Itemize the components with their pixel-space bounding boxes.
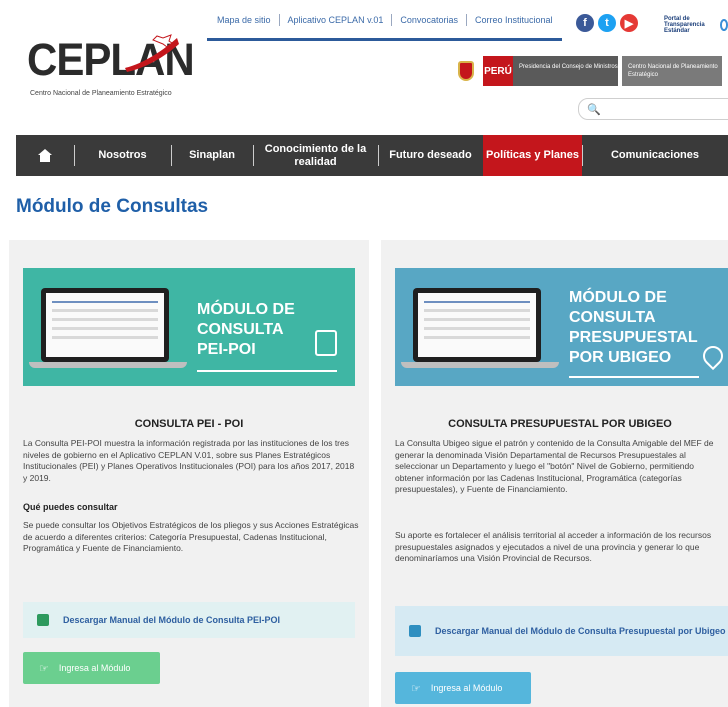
banner-pei-poi: MÓDULO DE CONSULTA PEI-POI — [23, 268, 355, 386]
card-details: Se puede consultar los Objetivos Estraté… — [23, 520, 359, 553]
card-title: CONSULTA PRESUPUESTAL POR UBIGEO — [448, 418, 672, 430]
page-title: Módulo de Consultas — [16, 196, 209, 217]
home-icon — [38, 149, 52, 162]
link-correo-institucional[interactable]: Correo Institucional — [467, 14, 561, 26]
facebook-icon[interactable]: f — [576, 14, 594, 32]
laptop-illustration — [413, 288, 541, 362]
card-description: La Consulta Ubigeo sigue el patrón y con… — [395, 438, 714, 494]
link-aplicativo-ceplan[interactable]: Aplicativo CEPLAN v.01 — [280, 14, 393, 26]
main-navigation: Nosotros Sinaplan Conocimiento de la rea… — [16, 135, 728, 176]
laptop-illustration — [41, 288, 169, 362]
ingresa-modulo-button[interactable]: ☞ Ingresa al Módulo — [23, 652, 160, 684]
gov-peru-label[interactable]: PERÚ — [483, 56, 513, 86]
card-description: La Consulta PEI-POI muestra la informaci… — [23, 438, 355, 483]
download-label: Descargar Manual del Módulo de Consulta … — [435, 626, 726, 636]
transparencia-link[interactable]: Portal de Transparencia Estándar — [664, 14, 728, 36]
link-convocatorias[interactable]: Convocatorias — [392, 14, 467, 26]
card-consulta-pei-poi: MÓDULO DE CONSULTA PEI-POI CONSULTA PEI … — [9, 240, 369, 707]
nav-sinaplan[interactable]: Sinaplan — [171, 135, 253, 176]
banner-title: MÓDULO DE CONSULTA PRESUPUESTAL POR UBIG… — [569, 288, 698, 368]
youtube-icon[interactable]: ▶ — [620, 14, 638, 32]
nav-home[interactable] — [16, 135, 74, 176]
pointing-hand-icon: ☞ — [411, 682, 421, 695]
card-subtitle: Qué puedes consultar — [23, 502, 118, 512]
download-label: Descargar Manual del Módulo de Consulta … — [63, 615, 281, 625]
logo-swoosh-icon — [125, 34, 179, 72]
peru-shield-icon — [455, 56, 477, 86]
twitter-icon[interactable]: t — [598, 14, 616, 32]
government-bar: PERÚ Presidencia del Consejo de Ministro… — [455, 56, 722, 86]
book-icon — [37, 614, 49, 626]
card-consulta-ubigeo: MÓDULO DE CONSULTA PRESUPUESTAL POR UBIG… — [381, 240, 728, 707]
location-pin-icon — [698, 341, 728, 371]
nav-politicas-planes[interactable]: Políticas y Planes — [483, 135, 582, 176]
button-label: Ingresa al Módulo — [58, 663, 131, 673]
top-links: Mapa de sitio Aplicativo CEPLAN v.01 Con… — [207, 14, 562, 26]
banner-title-line: CONSULTA — [197, 321, 284, 338]
transparencia-label: Portal de Transparencia Estándar — [664, 16, 705, 34]
banner-title-line: MÓDULO DE — [197, 301, 295, 318]
top-links-underline — [207, 38, 562, 41]
banner-title: MÓDULO DE CONSULTA PEI-POI — [197, 300, 295, 360]
download-manual-ubigeo[interactable]: Descargar Manual del Módulo de Consulta … — [395, 606, 728, 656]
nav-comunicaciones[interactable]: Comunicaciones — [582, 135, 728, 176]
button-label: Ingresa al Módulo — [430, 683, 503, 693]
download-manual-pei-poi[interactable]: Descargar Manual del Módulo de Consulta … — [23, 602, 355, 638]
banner-title-line: CONSULTA — [569, 309, 656, 326]
logo-subtitle: Centro Nacional de Planeamiento Estratég… — [30, 90, 172, 97]
book-icon — [409, 625, 421, 637]
banner-title-line: PRESUPUESTAL — [569, 329, 698, 346]
ceplan-logo[interactable]: CEPLAN Centro Nacional de Planeamiento E… — [27, 30, 195, 102]
link-mapa-sitio[interactable]: Mapa de sitio — [207, 14, 280, 26]
card-title: CONSULTA PEI - POI — [134, 418, 244, 430]
search-input[interactable]: 🔍 — [578, 98, 728, 120]
pointing-hand-icon: ☞ — [39, 662, 49, 675]
search-icon[interactable]: 🔍 — [587, 103, 601, 116]
gov-pcm-label[interactable]: Presidencia del Consejo de Ministros — [513, 56, 618, 86]
card-details: Su aporte es fortalecer el análisis terr… — [395, 530, 712, 563]
gov-ceplan-label[interactable]: Centro Nacional de Planeamiento Estratég… — [622, 56, 722, 86]
ingresa-modulo-button[interactable]: ☞ Ingresa al Módulo — [395, 672, 531, 704]
nav-nosotros[interactable]: Nosotros — [74, 135, 171, 176]
social-links: f t ▶ — [576, 14, 638, 32]
transparencia-icon — [719, 19, 728, 31]
banner-title-line: MÓDULO DE — [569, 289, 667, 306]
banner-title-line: PEI-POI — [197, 341, 256, 358]
banner-ubigeo: MÓDULO DE CONSULTA PRESUPUESTAL POR UBIG… — [395, 268, 728, 386]
banner-title-line: POR UBIGEO — [569, 349, 672, 366]
document-search-icon — [315, 330, 337, 356]
nav-conocimiento[interactable]: Conocimiento de la realidad — [253, 135, 378, 176]
nav-futuro-deseado[interactable]: Futuro deseado — [378, 135, 483, 176]
